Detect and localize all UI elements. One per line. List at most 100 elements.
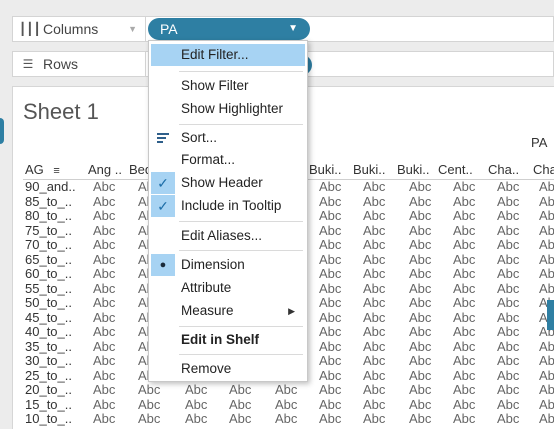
menu-separator [179,354,303,355]
row-label[interactable]: 50_to_.. [25,295,72,310]
menu-item-dimension[interactable]: ● Dimension [151,254,305,276]
table-cell: Abc [319,251,342,267]
table-cell: Abc [93,382,116,397]
column-header[interactable]: Buki.. [309,162,342,177]
table-cell: Abc [319,396,342,412]
table-cell: Abc [363,382,386,397]
table-cell: Abc [93,280,116,296]
table-cell: Abc [497,193,520,209]
menu-separator [179,124,303,125]
rows-label: Rows [43,56,79,72]
table-cell: Abc [138,382,161,397]
row-label[interactable]: 10_to_.. [25,411,72,426]
column-header[interactable]: Buki.. [397,162,430,177]
checkmark-icon: ✓ [151,195,175,217]
sort-icon[interactable]: ≡ [53,165,59,177]
table-cell: Abc [319,179,342,194]
table-cell: Abc [363,193,386,209]
table-cell: Abc [185,382,208,397]
menu-item-show-highlighter[interactable]: Show Highlighter [151,98,305,120]
menu-item-show-header[interactable]: ✓ Show Header [151,172,305,194]
table-cell: Abc [409,396,432,412]
table-cell: Abc [93,396,116,412]
table-cell: Abc [497,353,520,368]
pa-pill-label: PA [160,21,178,37]
columns-shelf-label[interactable]: ┃┃┃ Columns ▼ [12,16,146,42]
table-cell: Abc [497,251,520,267]
menu-item-remove[interactable]: Remove [151,358,305,380]
menu-item-format[interactable]: Format... [151,149,305,171]
row-label[interactable]: 75_to_.. [25,223,72,238]
row-label[interactable]: 25_to_.. [25,368,72,383]
pa-pill[interactable]: PA ▼ [148,18,310,40]
column-header[interactable]: Buki.. [353,162,386,177]
row-label[interactable]: 65_to_.. [25,252,72,267]
row-label[interactable]: 80_to_.. [25,208,72,223]
table-cell: Abc [138,411,161,426]
table-cell: Abc [453,237,476,252]
row-label[interactable]: 90_and.. [25,179,76,194]
sheet-title: Sheet 1 [23,99,99,124]
menu-item-edit-filter[interactable]: Edit Filter... [151,44,305,66]
table-cell: Abc [497,222,520,238]
menu-item-attribute[interactable]: Attribute [151,277,305,299]
row-label[interactable]: 15_to_.. [25,397,72,412]
table-cell: Abc [497,338,520,354]
table-cell: Abc [409,222,432,238]
column-header[interactable]: Cha [533,162,554,177]
row-label[interactable]: 85_to_.. [25,194,72,209]
side-tab[interactable] [0,118,4,144]
table-cell: Abc [497,208,520,223]
table-cell: Abc [539,222,554,238]
table-cell: Abc [363,222,386,238]
table-cell: Abc [539,411,554,426]
row-label[interactable]: 30_to_.. [25,353,72,368]
table-cell: Abc [539,396,554,412]
menu-item-include-in-tooltip[interactable]: ✓ Include in Tooltip [151,195,305,217]
table-cell: Abc [185,396,208,412]
table-cell: Abc [539,208,554,223]
table-cell: Abc [93,266,116,281]
table-cell: Abc [453,222,476,238]
scrollbar[interactable] [547,300,554,330]
table-cell: Abc [453,411,476,426]
chevron-down-icon[interactable]: ▼ [288,18,298,40]
menu-item-show-filter[interactable]: Show Filter [151,75,305,97]
table-cell: Abc [409,179,432,194]
row-label[interactable]: 35_to_.. [25,339,72,354]
column-header[interactable]: Cent.. [438,162,473,177]
table-cell: Abc [363,251,386,267]
table-cell: Abc [319,208,342,223]
table-cell: Abc [93,251,116,267]
rows-shelf-label[interactable]: ☰ Rows [12,51,146,77]
table-cell: Abc [93,367,116,383]
table-cell: Abc [409,353,432,368]
table-cell: Abc [319,266,342,281]
row-label[interactable]: 60_to_.. [25,266,72,281]
table-cell: Abc [275,396,298,412]
table-cell: Abc [453,353,476,368]
table-cell: Abc [93,179,116,194]
table-cell: Abc [453,309,476,325]
menu-item-edit-aliases[interactable]: Edit Aliases... [151,225,305,247]
table-cell: Abc [453,367,476,383]
menu-item-measure[interactable]: Measure ▶ [151,300,305,322]
row-label[interactable]: 70_to_.. [25,237,72,252]
table-cell: Abc [497,309,520,325]
row-field-header[interactable]: AG ≡ [25,162,60,177]
menu-separator [179,71,303,72]
row-label[interactable]: 20_to_.. [25,382,72,397]
column-header[interactable]: Ang .. [88,162,122,177]
row-label[interactable]: 55_to_.. [25,281,72,296]
columns-label: Columns [43,21,99,37]
table-cell: Abc [453,251,476,267]
table-cell: Abc [539,338,554,354]
menu-separator [179,326,303,327]
menu-item-sort[interactable]: Sort... [151,127,305,149]
table-cell: Abc [453,338,476,354]
row-label[interactable]: 40_to_.. [25,324,72,339]
row-label[interactable]: 45_to_.. [25,310,72,325]
menu-item-edit-in-shelf[interactable]: Edit in Shelf [151,329,305,351]
table-cell: Abc [93,208,116,223]
column-header[interactable]: Cha.. [488,162,519,177]
